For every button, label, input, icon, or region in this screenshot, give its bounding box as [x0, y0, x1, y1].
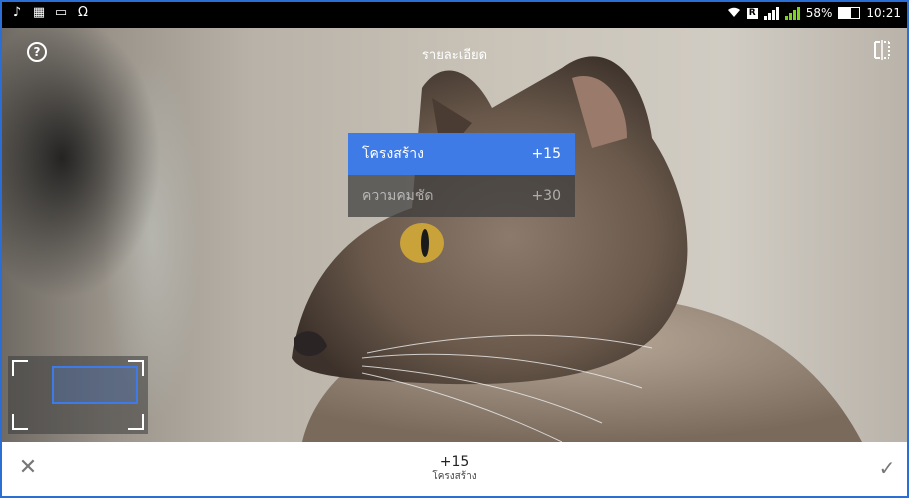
apply-button[interactable]: ✓ [875, 456, 899, 480]
compare-icon[interactable] [873, 40, 891, 60]
navigator-corner [12, 360, 28, 376]
menu-item-label: โครงสร้าง [362, 146, 425, 162]
signal-icon [763, 6, 779, 20]
status-bar: ♪ ▦ ▭ Ω R 58% 10:21 [2, 2, 907, 28]
music-note-icon: ♪ [12, 5, 22, 20]
signal-green-icon [784, 6, 800, 20]
menu-item-value: +15 [531, 146, 561, 162]
status-right-icons: R 58% 10:21 [727, 6, 901, 20]
battery-percent: 58% [805, 6, 833, 20]
menu-item-structure[interactable]: โครงสร้าง +15 [348, 133, 575, 175]
app-window: ♪ ▦ ▭ Ω R 58% 10:21 ? รายละเอียด โครงสร้… [0, 0, 909, 498]
zoom-navigator[interactable] [8, 356, 148, 434]
battery-icon [838, 7, 861, 19]
flipboard-icon: ▦ [32, 5, 46, 20]
adjustment-label: โครงสร้าง [432, 471, 477, 482]
headphones-icon: Ω [78, 5, 88, 20]
navigator-corner [128, 414, 144, 430]
clock: 10:21 [866, 6, 901, 20]
status-left-icons: ♪ ▦ ▭ Ω [10, 6, 90, 20]
adjustment-menu: โครงสร้าง +15 ความคมชัด +30 [348, 133, 575, 217]
battery-fill [839, 8, 851, 18]
menu-item-value: +30 [531, 188, 561, 204]
photo-canvas[interactable]: ? รายละเอียด โครงสร้าง +15 ความคมชัด +30 [2, 28, 907, 442]
photo-title: รายละเอียด [421, 48, 488, 63]
wifi-icon [727, 6, 741, 20]
roaming-icon: R [746, 7, 758, 19]
adjustment-value: +15 [439, 454, 470, 470]
navigator-viewport[interactable] [52, 366, 138, 404]
image-icon: ▭ [54, 5, 68, 20]
current-adjustment: +15 โครงสร้าง [2, 454, 907, 483]
navigator-corner [12, 414, 28, 430]
menu-item-sharpening[interactable]: ความคมชัด +30 [348, 175, 575, 217]
menu-item-label: ความคมชัด [362, 188, 434, 204]
bottom-bar: ✕ +15 โครงสร้าง ✓ [2, 442, 907, 496]
